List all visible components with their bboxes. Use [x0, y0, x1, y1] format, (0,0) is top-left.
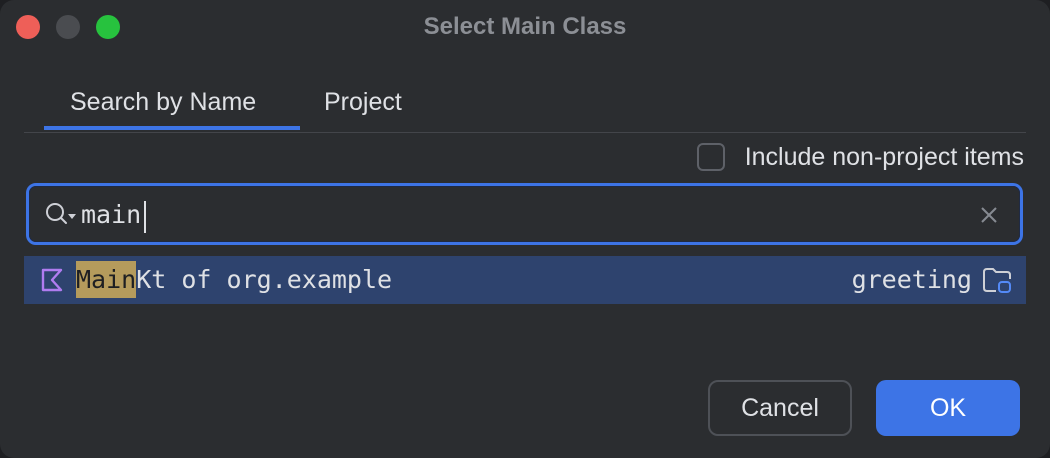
- selected-tab-indicator: [44, 126, 300, 130]
- search-icon[interactable]: [43, 200, 77, 230]
- kotlin-file-icon: [41, 268, 63, 292]
- result-rest: Kt of org.example: [136, 265, 393, 294]
- include-non-project-label[interactable]: Include non-project items: [745, 143, 1024, 172]
- clear-icon[interactable]: [980, 206, 998, 224]
- include-non-project-checkbox[interactable]: [696, 143, 725, 171]
- dialog-title: Select Main Class: [423, 13, 627, 40]
- select-main-class-dialog: Select Main Class Search by Name Project…: [0, 0, 1050, 458]
- include-non-project-option[interactable]: Include non-project items: [696, 140, 1024, 174]
- search-input[interactable]: [81, 198, 961, 232]
- cancel-button[interactable]: Cancel: [708, 380, 852, 436]
- tab-bar: Search by Name Project: [24, 78, 1026, 133]
- tab-search-by-name[interactable]: Search by Name: [70, 88, 256, 117]
- result-module: greeting: [851, 265, 972, 294]
- result-row[interactable]: MainKt of org.example greeting: [24, 256, 1026, 304]
- tab-project[interactable]: Project: [324, 88, 402, 117]
- title-bar: Select Main Class: [0, 0, 1050, 56]
- module-folder-icon: [983, 268, 1011, 293]
- search-field[interactable]: [26, 183, 1023, 245]
- match-highlight: Main: [76, 261, 137, 298]
- result-class-name: MainKt of org.example: [76, 261, 393, 298]
- text-caret: [144, 201, 146, 233]
- ok-button[interactable]: OK: [876, 380, 1020, 436]
